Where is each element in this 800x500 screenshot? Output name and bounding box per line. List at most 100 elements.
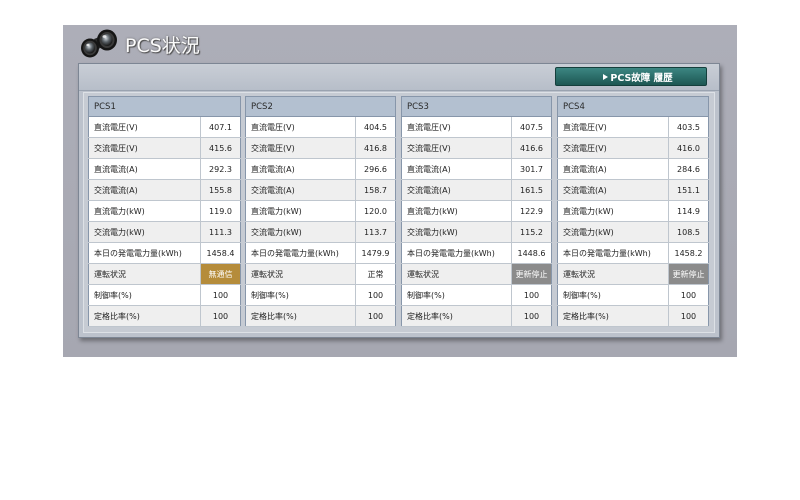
dc-current-value: 301.7 xyxy=(511,158,552,180)
ac-current-label: 交流電流(A) xyxy=(88,179,201,201)
dc-voltage-label: 直流電圧(V) xyxy=(88,116,201,138)
dc-voltage-label: 直流電圧(V) xyxy=(557,116,669,138)
control-rate-value: 100 xyxy=(668,284,709,306)
table-row: 直流電流(A) 296.6 xyxy=(245,158,396,180)
dc-current-value: 296.6 xyxy=(355,158,396,180)
table-row: 本日の発電電力量(kWh) 1458.4 xyxy=(88,242,241,264)
dc-current-value: 292.3 xyxy=(200,158,241,180)
operation-status-label: 運転状況 xyxy=(88,263,201,285)
table-row: 交流電力(kW) 113.7 xyxy=(245,221,396,243)
control-rate-label: 制御率(%) xyxy=(88,284,201,306)
table-row: 交流電力(kW) 115.2 xyxy=(401,221,552,243)
daily-energy-value: 1448.6 xyxy=(511,242,552,264)
rated-ratio-value: 100 xyxy=(668,305,709,327)
table-row: 運転状況 正常 xyxy=(245,263,396,285)
table-row: 交流電流(A) 161.5 xyxy=(401,179,552,201)
dc-voltage-value: 407.5 xyxy=(511,116,552,138)
dc-power-label: 直流電力(kW) xyxy=(245,200,356,222)
table-row: 直流電力(kW) 120.0 xyxy=(245,200,396,222)
control-rate-value: 100 xyxy=(200,284,241,306)
pcs-unit-name: PCS1 xyxy=(88,96,241,117)
control-rate-value: 100 xyxy=(511,284,552,306)
table-header-row: PCS2 xyxy=(245,96,396,117)
page-title: PCS状況 xyxy=(125,35,200,57)
table-row: 運転状況 更新停止 xyxy=(557,263,709,285)
rated-ratio-label: 定格比率(%) xyxy=(557,305,669,327)
pcs-status-content: PCS故障 履歴 PCS1 直流電圧(V) 407.1 交流電圧(V) 415.… xyxy=(78,63,720,338)
pcs2-table: PCS2 直流電圧(V) 404.5 交流電圧(V) 416.8 直流電流(A)… xyxy=(245,96,396,327)
ac-power-value: 115.2 xyxy=(511,221,552,243)
ac-current-value: 158.7 xyxy=(355,179,396,201)
ac-power-label: 交流電力(kW) xyxy=(401,221,512,243)
table-row: 交流電圧(V) 416.8 xyxy=(245,137,396,159)
ac-power-label: 交流電力(kW) xyxy=(557,221,669,243)
triangle-right-icon xyxy=(603,73,609,80)
dc-current-value: 284.6 xyxy=(668,158,709,180)
table-row: 直流電流(A) 292.3 xyxy=(88,158,241,180)
table-row: 本日の発電電力量(kWh) 1458.2 xyxy=(557,242,709,264)
table-row: 制御率(%) 100 xyxy=(88,284,241,306)
dc-current-label: 直流電流(A) xyxy=(557,158,669,180)
rated-ratio-value: 100 xyxy=(200,305,241,327)
daily-energy-label: 本日の発電電力量(kWh) xyxy=(401,242,512,264)
table-row: 制御率(%) 100 xyxy=(557,284,709,306)
table-row: 直流電力(kW) 119.0 xyxy=(88,200,241,222)
table-row: 直流電圧(V) 407.5 xyxy=(401,116,552,138)
pcs1-table: PCS1 直流電圧(V) 407.1 交流電圧(V) 415.6 直流電流(A)… xyxy=(88,96,241,327)
table-row: 定格比率(%) 100 xyxy=(557,305,709,327)
daily-energy-value: 1458.2 xyxy=(668,242,709,264)
dc-voltage-value: 403.5 xyxy=(668,116,709,138)
table-row: 直流電力(kW) 114.9 xyxy=(557,200,709,222)
ac-power-label: 交流電力(kW) xyxy=(245,221,356,243)
rated-ratio-label: 定格比率(%) xyxy=(401,305,512,327)
table-header-row: PCS3 xyxy=(401,96,552,117)
rated-ratio-label: 定格比率(%) xyxy=(245,305,356,327)
daily-energy-label: 本日の発電電力量(kWh) xyxy=(88,242,201,264)
pcs-fault-history-button[interactable]: PCS故障 履歴 xyxy=(555,67,707,86)
dc-power-value: 120.0 xyxy=(355,200,396,222)
ac-voltage-value: 416.8 xyxy=(355,137,396,159)
daily-energy-label: 本日の発電電力量(kWh) xyxy=(557,242,669,264)
ac-current-label: 交流電流(A) xyxy=(557,179,669,201)
ac-voltage-label: 交流電圧(V) xyxy=(245,137,356,159)
dc-voltage-value: 407.1 xyxy=(200,116,241,138)
dc-power-value: 114.9 xyxy=(668,200,709,222)
table-row: 運転状況 更新停止 xyxy=(401,263,552,285)
ac-current-value: 151.1 xyxy=(668,179,709,201)
table-row: 直流電流(A) 284.6 xyxy=(557,158,709,180)
control-rate-value: 100 xyxy=(355,284,396,306)
dc-power-value: 122.9 xyxy=(511,200,552,222)
table-row: 交流電力(kW) 111.3 xyxy=(88,221,241,243)
operation-status-label: 運転状況 xyxy=(401,263,512,285)
rated-ratio-label: 定格比率(%) xyxy=(88,305,201,327)
table-row: 交流電流(A) 151.1 xyxy=(557,179,709,201)
rated-ratio-value: 100 xyxy=(511,305,552,327)
dc-voltage-label: 直流電圧(V) xyxy=(401,116,512,138)
pcs-status-panel: PCS状況 PCS故障 履歴 PCS1 直流電圧(V) 407.1 交流電圧(V… xyxy=(63,25,737,357)
table-row: 本日の発電電力量(kWh) 1479.9 xyxy=(245,242,396,264)
table-row: 直流電圧(V) 404.5 xyxy=(245,116,396,138)
table-row: 直流電流(A) 301.7 xyxy=(401,158,552,180)
table-row: 直流電圧(V) 407.1 xyxy=(88,116,241,138)
dc-current-label: 直流電流(A) xyxy=(245,158,356,180)
table-header-row: PCS1 xyxy=(88,96,241,117)
table-row: 制御率(%) 100 xyxy=(245,284,396,306)
table-row: 制御率(%) 100 xyxy=(401,284,552,306)
ac-power-label: 交流電力(kW) xyxy=(88,221,201,243)
ac-current-value: 161.5 xyxy=(511,179,552,201)
ac-power-value: 113.7 xyxy=(355,221,396,243)
operation-status-badge: 無通信 xyxy=(200,263,241,285)
ac-voltage-value: 416.6 xyxy=(511,137,552,159)
control-rate-label: 制御率(%) xyxy=(401,284,512,306)
daily-energy-label: 本日の発電電力量(kWh) xyxy=(245,242,356,264)
daily-energy-value: 1479.9 xyxy=(355,242,396,264)
table-row: 運転状況 無通信 xyxy=(88,263,241,285)
table-row: 直流電力(kW) 122.9 xyxy=(401,200,552,222)
table-row: 交流電圧(V) 416.6 xyxy=(401,137,552,159)
operation-status-label: 運転状況 xyxy=(245,263,356,285)
table-row: 交流電力(kW) 108.5 xyxy=(557,221,709,243)
ac-voltage-value: 416.0 xyxy=(668,137,709,159)
ac-power-value: 111.3 xyxy=(200,221,241,243)
table-row: 定格比率(%) 100 xyxy=(401,305,552,327)
pcs3-table: PCS3 直流電圧(V) 407.5 交流電圧(V) 416.6 直流電流(A)… xyxy=(401,96,552,327)
